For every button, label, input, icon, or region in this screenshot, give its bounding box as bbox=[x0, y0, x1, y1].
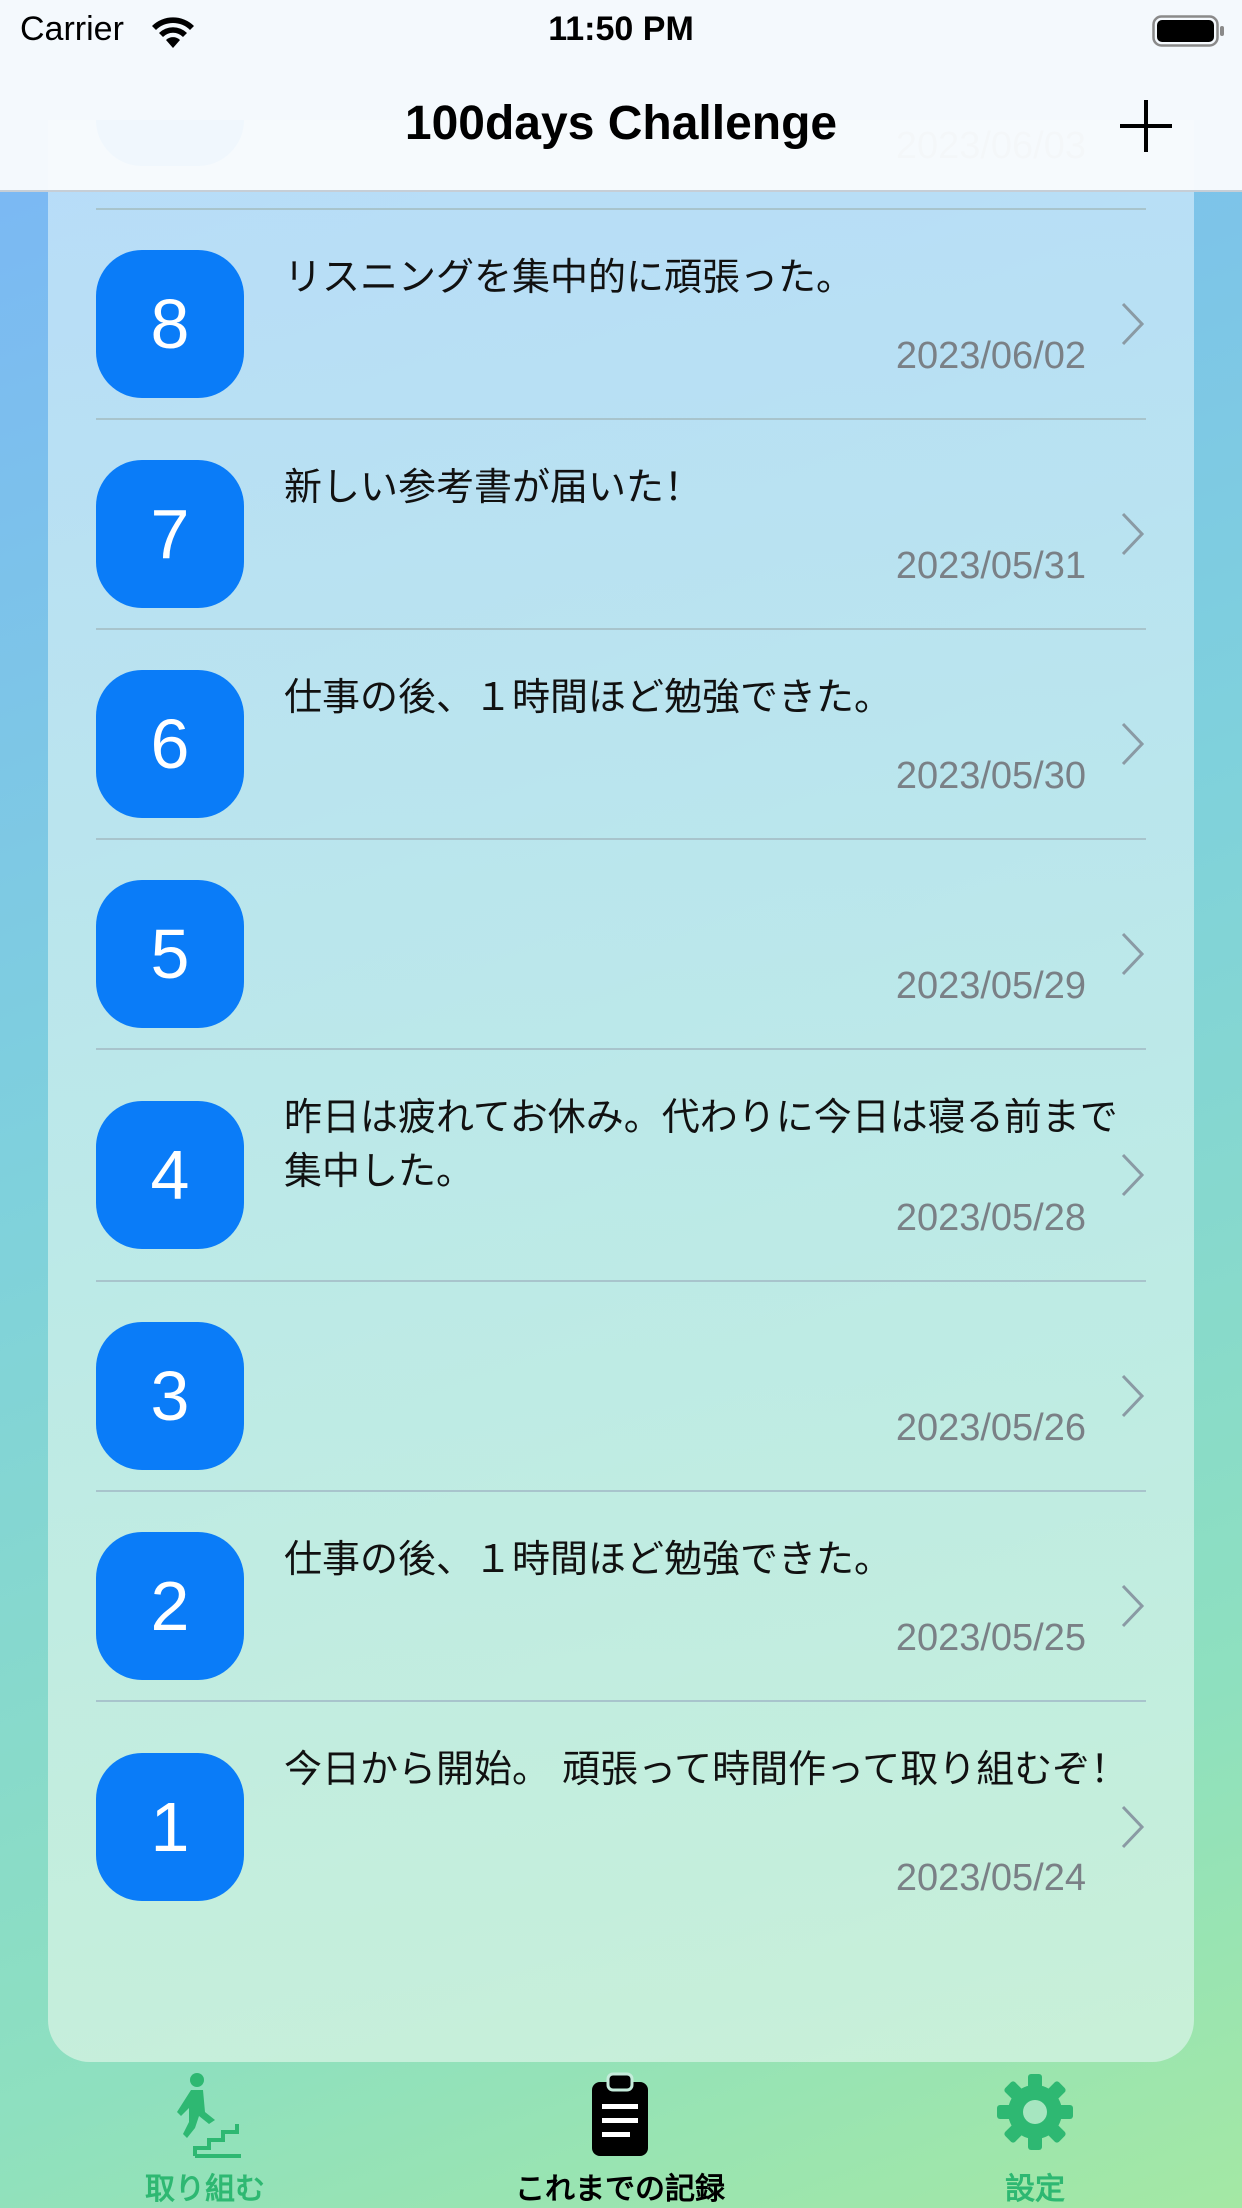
chevron-right-icon bbox=[1121, 932, 1145, 976]
list-item[interactable]: 8 リスニングを集中的に頑張った。 2023/06/02 bbox=[48, 210, 1194, 420]
tab-settings[interactable]: 設定 bbox=[885, 2062, 1185, 2208]
entry-note: 昨日は疲れてお休み。代わりに今日は寝る前まで集中した。 bbox=[284, 1095, 1118, 1193]
chevron-right-icon bbox=[1121, 722, 1145, 766]
day-number-badge: 7 bbox=[96, 460, 244, 608]
list-item[interactable]: 1 今日から開始。 頑張って時間作って取り組むぞ！ 2023/05/24 bbox=[48, 1702, 1194, 1942]
status-time: 11:50 PM bbox=[548, 10, 694, 48]
chevron-right-icon bbox=[1121, 1805, 1145, 1849]
day-number-badge: 2 bbox=[96, 1532, 244, 1680]
list-item[interactable]: 2 仕事の後、１時間ほど勉強できた。 2023/05/25 bbox=[48, 1492, 1194, 1702]
top-bar: Carrier 11:50 PM 100days Challenge bbox=[0, 0, 1242, 192]
entry-date: 2023/05/26 bbox=[895, 1407, 1086, 1449]
tab-challenge[interactable]: 取り組む bbox=[55, 2062, 355, 2208]
stairs-climbing-icon bbox=[177, 2073, 241, 2158]
entry-date: 2023/05/28 bbox=[895, 1197, 1086, 1239]
day-number-badge: 8 bbox=[96, 250, 244, 398]
list-item[interactable]: 4 昨日は疲れてお休み。代わりに今日は寝る前まで集中した。 2023/05/28 bbox=[48, 1050, 1194, 1282]
entry-date: 2023/05/25 bbox=[895, 1617, 1086, 1659]
day-number-badge: 1 bbox=[96, 1753, 244, 1901]
chevron-right-icon bbox=[1121, 1584, 1145, 1628]
tab-bar: 取り組む これまでの記録 設定 bbox=[0, 2062, 1242, 2208]
day-number-badge: 6 bbox=[96, 670, 244, 818]
chevron-right-icon bbox=[1121, 1374, 1145, 1418]
list-item[interactable]: 6 仕事の後、１時間ほど勉強できた。 2023/05/30 bbox=[48, 630, 1194, 840]
day-number-badge: 3 bbox=[96, 1322, 244, 1470]
add-entry-button[interactable] bbox=[1116, 96, 1176, 156]
tab-records-label: これまでの記録 bbox=[515, 2172, 725, 2207]
entry-date: 2023/05/24 bbox=[895, 1857, 1086, 1899]
entry-note: 新しい参考書が届いた！ bbox=[284, 465, 703, 509]
entry-note: 仕事の後、１時間ほど勉強できた。 bbox=[284, 1537, 893, 1581]
chevron-right-icon bbox=[1121, 1153, 1145, 1197]
list-item[interactable]: 3 2023/05/26 bbox=[48, 1282, 1194, 1492]
entry-note: 仕事の後、１時間ほど勉強できた。 bbox=[284, 675, 893, 719]
day-number-badge: 5 bbox=[96, 880, 244, 1028]
entry-note: 今日から開始。 頑張って時間作って取り組むぞ！ bbox=[284, 1747, 1129, 1791]
tab-challenge-label: 取り組む bbox=[145, 2172, 265, 2207]
page-title: 100days Challenge bbox=[404, 97, 838, 150]
entry-date: 2023/05/30 bbox=[895, 755, 1086, 797]
entry-date: 2023/06/02 bbox=[895, 335, 1086, 377]
gear-icon bbox=[997, 2074, 1073, 2150]
entry-note: リスニングを集中的に頑張った。 bbox=[284, 255, 855, 299]
list-item[interactable]: 7 新しい参考書が届いた！ 2023/05/31 bbox=[48, 420, 1194, 630]
tab-records[interactable]: これまでの記録 bbox=[470, 2062, 770, 2208]
tab-settings-label: 設定 bbox=[1005, 2172, 1065, 2207]
battery-icon bbox=[1152, 15, 1224, 47]
chevron-right-icon bbox=[1121, 302, 1145, 346]
day-number-badge: 4 bbox=[96, 1101, 244, 1249]
records-card: 92023/06/038リスニングを集中的に頑張った。2023/06/027新し… bbox=[48, 120, 1194, 2062]
chevron-right-icon bbox=[1121, 512, 1145, 556]
entry-date: 2023/05/29 bbox=[895, 965, 1086, 1007]
plus-icon bbox=[1120, 100, 1172, 152]
list-item[interactable]: 5 2023/05/29 bbox=[48, 840, 1194, 1050]
entry-date: 2023/05/31 bbox=[895, 545, 1086, 587]
clipboard-icon bbox=[592, 2072, 648, 2156]
